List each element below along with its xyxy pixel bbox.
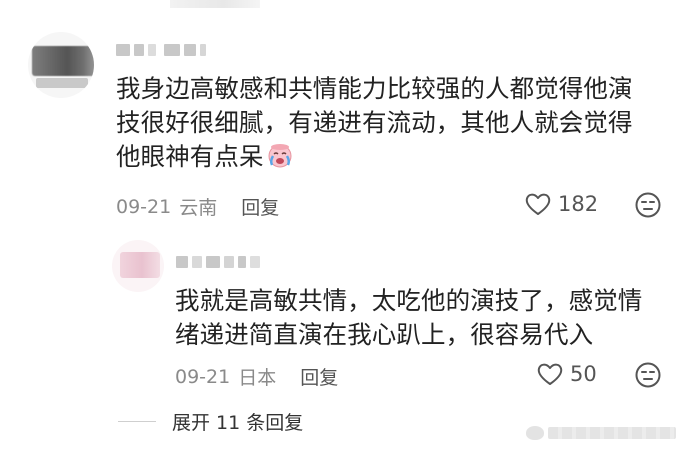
- reply-button[interactable]: 回复: [241, 193, 279, 220]
- reply-text: 我就是高敏共情，太吃他的演技了，感觉情 绪递进简直演在我心趴上，很容易代入: [175, 286, 643, 349]
- comment-date: 09-21: [116, 195, 172, 218]
- dislike-face-icon: [635, 362, 661, 388]
- top-blurred-strip: [170, 0, 260, 8]
- reply-location: 日本: [238, 367, 277, 389]
- comment-location: 云南: [179, 197, 218, 219]
- watermark-logo-icon: [526, 426, 544, 440]
- like-count: 182: [558, 192, 599, 216]
- avatar-mosaic-lower: [36, 78, 88, 88]
- reply-dislike-button[interactable]: [634, 361, 662, 393]
- reply-like-count: 50: [570, 362, 597, 386]
- expand-replies-button[interactable]: 展开 11 条回复: [172, 408, 303, 435]
- reply-date: 09-21: [175, 365, 231, 388]
- dislike-face-icon: [635, 192, 661, 218]
- comment-meta: 09-21 云南 回复: [116, 193, 279, 220]
- reply-meta: 09-21 日本 回复: [175, 363, 338, 390]
- reply-button[interactable]: 回复: [300, 363, 338, 390]
- expand-divider: [118, 421, 156, 422]
- avatar[interactable]: [28, 32, 94, 98]
- comment-text: 我身边高敏感和共情能力比较强的人都觉得他演 技很好很细腻，有递进有流动，其他人就…: [116, 72, 676, 177]
- watermark-mosaic: [548, 427, 676, 439]
- crying-face-emoji-icon: [266, 142, 294, 177]
- dislike-button[interactable]: [634, 191, 662, 223]
- heart-outline-icon: [525, 193, 551, 215]
- reply-like-button[interactable]: 50: [536, 361, 597, 387]
- avatar-mosaic: [32, 46, 94, 76]
- reply-avatar[interactable]: [112, 240, 164, 292]
- watermark: [526, 423, 676, 443]
- reply-username-mosaic[interactable]: [176, 256, 260, 270]
- avatar-mosaic: [120, 252, 160, 278]
- like-button[interactable]: 182: [524, 191, 598, 217]
- heart-outline-icon: [537, 363, 563, 385]
- username-mosaic[interactable]: [116, 44, 206, 58]
